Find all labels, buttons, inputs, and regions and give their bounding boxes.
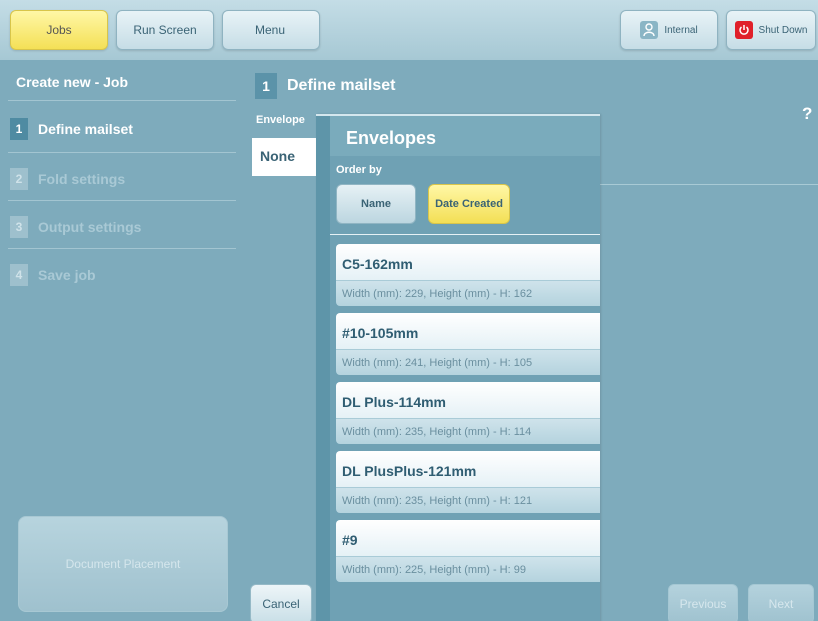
order-by-date-button[interactable]: Date Created [428, 184, 510, 224]
order-by-name-label: Name [361, 198, 391, 210]
sidebar-divider [8, 200, 236, 201]
envelope-selection-value: None [260, 148, 295, 164]
panel-header: Envelopes [330, 116, 600, 156]
step-number: 1 [10, 118, 28, 140]
step-number: 3 [10, 216, 28, 238]
previous-button-label: Previous [679, 597, 727, 611]
next-button[interactable]: Next [748, 584, 814, 621]
menu-tab-label: Menu [255, 23, 286, 37]
content-divider [600, 184, 818, 185]
breadcrumb-step-number: 1 [255, 73, 277, 99]
envelope-name: DL Plus-114mm [336, 382, 600, 418]
breadcrumb: 1 Define mailset [245, 68, 395, 104]
run-screen-tab-label: Run Screen [133, 23, 197, 37]
internal-button-label: Internal [664, 24, 698, 36]
panel-divider [330, 234, 600, 235]
previous-button[interactable]: Previous [668, 584, 738, 621]
sidebar-divider [8, 248, 236, 249]
envelope-dimensions: Width (mm): 225, Height (mm) - H: 99 [336, 556, 600, 582]
cancel-button[interactable]: Cancel [250, 584, 312, 621]
help-icon[interactable]: ? [802, 104, 818, 124]
page-title: Define mailset [287, 77, 396, 94]
step-label: Fold settings [38, 171, 126, 187]
sidebar-title: Create new - Job [16, 74, 129, 90]
step-define-mailset[interactable]: 1 Define mailset [10, 118, 133, 140]
step-number: 2 [10, 168, 28, 190]
internal-button[interactable]: Internal [620, 10, 718, 50]
top-toolbar: Jobs Run Screen Menu Internal Shut Down [0, 0, 818, 60]
step-label: Define mailset [38, 121, 133, 137]
envelope-name: #9 [336, 520, 600, 556]
envelope-selection-field[interactable]: None [252, 138, 318, 176]
power-icon [734, 21, 753, 39]
shut-down-button-label: Shut Down [758, 24, 808, 36]
envelope-dimensions: Width (mm): 235, Height (mm) - H: 121 [336, 487, 600, 513]
envelope-name: DL PlusPlus-121mm [336, 451, 600, 487]
order-by-label: Order by [336, 164, 382, 176]
step-fold-settings[interactable]: 2 Fold settings [10, 168, 125, 190]
list-item[interactable]: #9 Width (mm): 225, Height (mm) - H: 99 [336, 520, 600, 582]
document-placement-button[interactable]: Document Placement [18, 516, 228, 612]
order-by-group: Order by Name Date Created [330, 156, 600, 234]
envelope-dimensions: Width (mm): 229, Height (mm) - H: 162 [336, 280, 600, 306]
envelope-name: C5-162mm [336, 244, 600, 280]
shut-down-button[interactable]: Shut Down [726, 10, 816, 50]
envelope-label: Envelope [256, 114, 305, 126]
envelope-dimensions: Width (mm): 235, Height (mm) - H: 114 [336, 418, 600, 444]
list-item[interactable]: C5-162mm Width (mm): 229, Height (mm) - … [336, 244, 600, 306]
order-by-date-label: Date Created [435, 198, 503, 210]
panel-title: Envelopes [346, 128, 437, 148]
list-item[interactable]: DL PlusPlus-121mm Width (mm): 235, Heigh… [336, 451, 600, 513]
step-save-job[interactable]: 4 Save job [10, 264, 96, 286]
person-icon [640, 21, 659, 39]
envelopes-panel: Envelopes Order by Name Date Created C5-… [316, 114, 600, 621]
run-screen-tab[interactable]: Run Screen [116, 10, 214, 50]
menu-tab[interactable]: Menu [222, 10, 320, 50]
envelope-name: #10-105mm [336, 313, 600, 349]
step-label: Output settings [38, 219, 142, 235]
sidebar-divider [8, 152, 236, 153]
envelope-list: C5-162mm Width (mm): 229, Height (mm) - … [336, 244, 600, 589]
step-number: 4 [10, 264, 28, 286]
jobs-tab[interactable]: Jobs [10, 10, 108, 50]
cancel-button-label: Cancel [262, 597, 300, 611]
document-placement-label: Document Placement [65, 557, 181, 571]
jobs-tab-label: Jobs [46, 23, 72, 37]
step-label: Save job [38, 267, 96, 283]
list-item[interactable]: #10-105mm Width (mm): 241, Height (mm) -… [336, 313, 600, 375]
order-by-name-button[interactable]: Name [336, 184, 416, 224]
next-button-label: Next [768, 597, 794, 611]
main-area: Create new - Job 1 Define mailset 2 Fold… [0, 60, 818, 621]
step-output-settings[interactable]: 3 Output settings [10, 216, 141, 238]
sidebar-divider [8, 100, 236, 101]
panel-edge [316, 116, 330, 621]
list-item[interactable]: DL Plus-114mm Width (mm): 235, Height (m… [336, 382, 600, 444]
envelope-dimensions: Width (mm): 241, Height (mm) - H: 105 [336, 349, 600, 375]
